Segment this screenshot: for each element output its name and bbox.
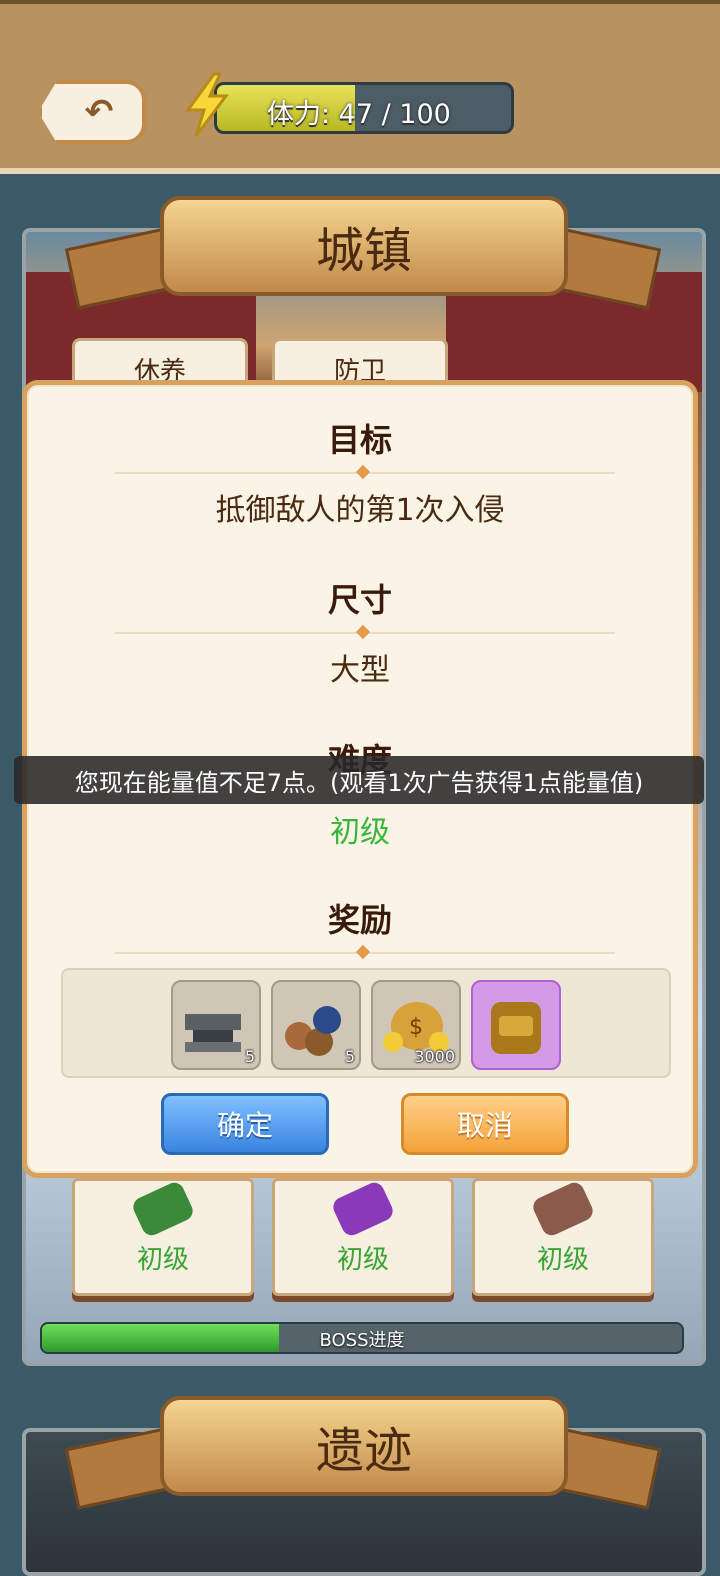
reward-item[interactable]: 5 [271, 980, 361, 1070]
reward-qty: 3000 [414, 1047, 455, 1066]
energy-text: 体力: 47 / 100 [267, 99, 451, 130]
size-value: 大型 [330, 653, 390, 688]
level-label: 初级 [136, 1245, 189, 1275]
goal-value: 抵御敌人的第1次入侵 [215, 493, 505, 528]
difficulty-value: 初级 [330, 815, 390, 850]
backpack-icon [491, 1002, 541, 1054]
boss-progress-bar: BOSS进度 [40, 1322, 684, 1354]
level-label: 初级 [336, 1245, 389, 1275]
reward-list: 5 5 $ 3000 [61, 968, 671, 1078]
reward-item[interactable] [471, 980, 561, 1070]
back-button[interactable]: ↶ [38, 80, 146, 144]
level-card[interactable]: 初级 [72, 1178, 254, 1296]
svg-text:$: $ [409, 1015, 423, 1040]
scroll-icon [530, 1179, 596, 1239]
diamond-icon [355, 944, 371, 960]
scroll-icon [330, 1179, 396, 1239]
section-title-reward: 奖励 [327, 901, 392, 939]
reward-qty: 5 [344, 1047, 355, 1066]
region-title-ruins: 遗迹 [160, 1396, 568, 1496]
lightning-bolt-icon [185, 72, 229, 137]
scroll-icon [130, 1179, 196, 1239]
level-card[interactable]: 初级 [272, 1178, 454, 1296]
level-label: 初级 [536, 1245, 589, 1275]
level-card[interactable]: 初级 [472, 1178, 654, 1296]
diamond-icon [355, 624, 371, 640]
section-title-goal: 目标 [327, 421, 392, 459]
region-title-town: 城镇 [160, 196, 568, 296]
reward-qty: 5 [244, 1047, 255, 1066]
diamond-icon [355, 464, 371, 480]
boss-progress-label: BOSS进度 [319, 1330, 405, 1351]
energy-bar: 体力: 47 / 100 [214, 82, 514, 134]
section-title-size: 尺寸 [327, 581, 392, 619]
back-arrow-icon: ↶ [84, 92, 114, 132]
confirm-button[interactable]: 确定 [161, 1093, 329, 1155]
toast-message: 您现在能量值不足7点。(观看1次广告获得1点能量值) [14, 756, 704, 804]
reward-item[interactable]: 5 [171, 980, 261, 1070]
reward-item[interactable]: $ 3000 [371, 980, 461, 1070]
cancel-button[interactable]: 取消 [401, 1093, 569, 1155]
